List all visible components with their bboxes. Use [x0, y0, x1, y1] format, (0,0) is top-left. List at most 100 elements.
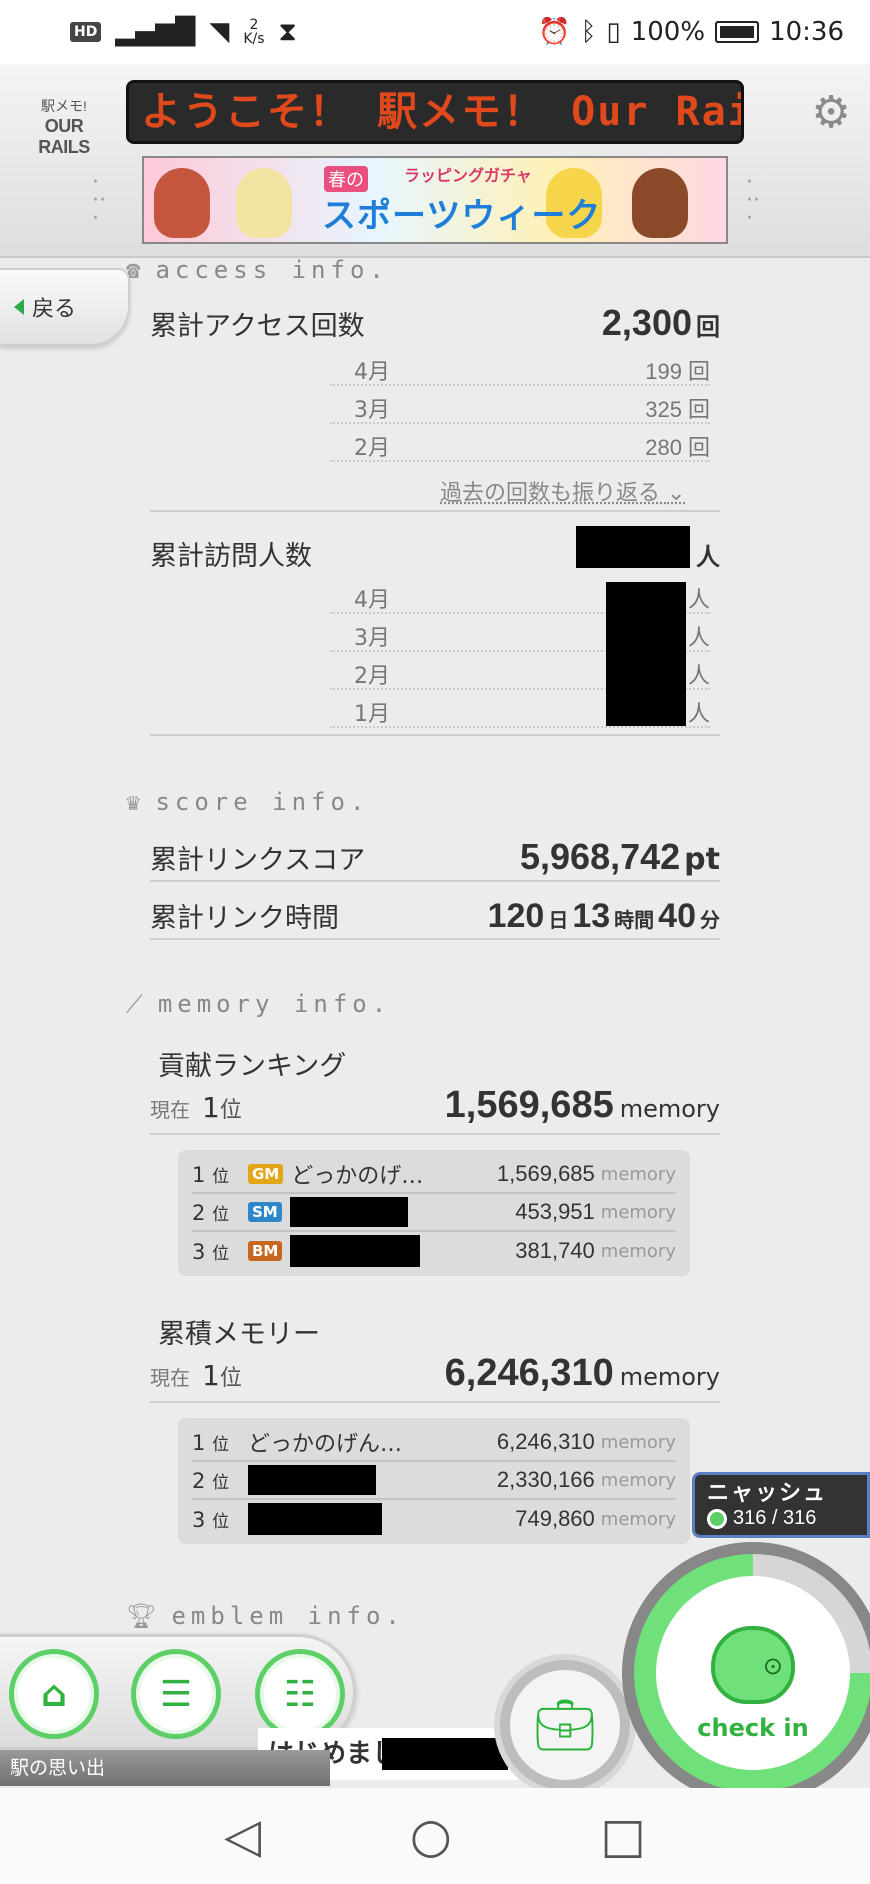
player-score: 6,246,310	[496, 1429, 595, 1454]
rank-number: 1	[192, 1430, 206, 1455]
leaderboard-row[interactable]: 1 位 GM どっかのげ… 1,569,685 memory	[192, 1156, 676, 1194]
total-visitors-label: 累計訪問人数	[150, 541, 312, 572]
vibrate-icon: ▯	[606, 17, 621, 47]
leaderboard-row[interactable]: 3 位 749,860 memory	[192, 1500, 676, 1538]
current-rank: 1	[202, 1359, 220, 1392]
link-time-row: 累計リンク時間 120 日 13 時間 40 分	[150, 896, 720, 936]
rank-badge: BM	[248, 1241, 283, 1261]
banner-title: スポーツウィーク	[322, 196, 602, 236]
leaderboard-row[interactable]: 3 位 BM 381,740 memory	[192, 1232, 676, 1270]
system-nav-bar: ◁ ○ □	[0, 1788, 870, 1884]
player-name: どっかのげん…	[248, 1432, 403, 1457]
recents-nav-icon[interactable]: □	[600, 1808, 645, 1864]
gear-icon[interactable]: ⚙	[808, 90, 854, 136]
score-unit: memory	[600, 1163, 676, 1185]
hd-icon: HD	[70, 22, 102, 42]
month-label: 2月	[354, 664, 390, 689]
score-info-heading: ♛ score info.	[126, 788, 369, 816]
accumulated-current-row: 現在 1 位 6,246,310 memory	[150, 1352, 720, 1403]
redacted-name	[290, 1235, 421, 1267]
divider	[150, 938, 720, 940]
app-logo[interactable]: 駅メモ! OUR RAILS	[18, 96, 110, 158]
total-access-value: 2,300	[601, 302, 692, 343]
month-label: 3月	[354, 626, 390, 651]
leaderboard-row[interactable]: 1 位 どっかのげん… 6,246,310 memory	[192, 1424, 676, 1462]
back-button[interactable]: 戻る	[0, 268, 130, 346]
current-prefix: 現在	[150, 1098, 190, 1122]
redacted-block	[606, 582, 686, 726]
train-list-icon: ☰	[159, 1673, 193, 1715]
emblem-info-title: emblem info.	[171, 1602, 405, 1630]
score-unit: memory	[600, 1431, 676, 1453]
player-score: 381,740	[515, 1238, 595, 1263]
total-access-unit: 回	[696, 313, 720, 341]
station-memories-label: 駅の思い出	[10, 1757, 106, 1779]
current-prefix: 現在	[150, 1366, 190, 1390]
leaderboard-row[interactable]: 2 位 2,330,166 memory	[192, 1462, 676, 1500]
memory-info-title: memory info.	[157, 990, 392, 1018]
banner-character	[154, 168, 210, 238]
month-label: 3月	[354, 398, 390, 423]
rank-number: 2	[192, 1468, 206, 1493]
train-list-button[interactable]: ☰	[131, 1649, 221, 1739]
link-minutes-unit: 分	[700, 908, 720, 932]
month-label: 4月	[354, 360, 390, 385]
month-unit: 人	[687, 626, 710, 651]
signal-icon: ▂▄▆█	[115, 17, 196, 47]
memory-unit: memory	[619, 1095, 720, 1123]
redacted-name	[248, 1465, 376, 1495]
score-info-title: score info.	[155, 788, 370, 816]
view-past-counts-link[interactable]: 過去の回数も振り返る ⌄	[440, 475, 685, 507]
link-days-unit: 日	[548, 908, 569, 932]
access-month-row: 3月 325 回	[330, 386, 710, 424]
gacha-banner[interactable]: 春の ラッピングガチャ スポーツウィーク	[142, 156, 728, 244]
month-unit: 回	[687, 436, 710, 461]
nyash-counter[interactable]: ニャッシュ 316 / 316	[692, 1472, 870, 1538]
hourglass-icon: ⧗	[278, 16, 297, 47]
network-speed: 2 K/s	[243, 17, 265, 47]
logo-line2: OUR RAILS	[38, 116, 90, 157]
rank-number: 3	[192, 1239, 206, 1264]
welcome-marquee: ようこそ！ 駅メモ！ Our Rails	[126, 80, 744, 144]
chevron-down-icon: ⌄	[667, 481, 686, 506]
accumulated-leaderboard: 1 位 どっかのげん… 6,246,310 memory 2 位 2,330,1…	[178, 1418, 690, 1544]
rank-badge: SM	[248, 1202, 282, 1222]
home-button[interactable]: ⌂	[9, 1649, 99, 1739]
check-in-button[interactable]: check in	[622, 1542, 870, 1804]
wifi-icon: ◥	[209, 17, 230, 47]
memory-info-heading: ⟋ memory info.	[126, 990, 391, 1018]
crown-icon: ♛	[126, 788, 146, 816]
mascot-icon	[711, 1626, 795, 1704]
back-arrow-icon	[14, 299, 24, 315]
rank-unit: 位	[212, 1243, 230, 1264]
briefcase-button[interactable]: 💼︎	[500, 1660, 630, 1790]
rank-number: 1	[192, 1162, 206, 1187]
redacted-block	[576, 526, 690, 568]
rank-unit: 位	[212, 1511, 230, 1532]
station-memories-bar[interactable]: 駅の思い出	[0, 1750, 330, 1786]
home-nav-icon[interactable]: ○	[410, 1808, 452, 1864]
total-access-label: 累計アクセス回数	[150, 311, 365, 342]
app-header: 駅メモ! OUR RAILS ようこそ！ 駅メモ！ Our Rails ⚙ · ·…	[0, 64, 870, 258]
link-days: 120	[487, 897, 545, 935]
current-rank: 1	[202, 1091, 220, 1124]
check-in-progress-ring: check in	[634, 1554, 870, 1792]
memory-unit: memory	[619, 1363, 720, 1391]
link-minutes: 40	[658, 897, 696, 935]
contribution-leaderboard: 1 位 GM どっかのげ… 1,569,685 memory 2 位 SM 45…	[178, 1150, 690, 1276]
current-rank-unit: 位	[219, 1366, 242, 1391]
nyash-title: ニャッシュ	[707, 1481, 828, 1506]
total-visitors-unit: 人	[696, 543, 720, 571]
redacted-name	[289, 1197, 408, 1227]
redacted-name	[248, 1503, 382, 1535]
carousel-next-dots[interactable]: · ·· ·	[746, 172, 760, 230]
leaderboard-row[interactable]: 2 位 SM 453,951 memory	[192, 1194, 676, 1232]
back-nav-icon[interactable]: ◁	[224, 1808, 261, 1864]
access-info-title: access info.	[155, 256, 389, 284]
link-score-unit: pt	[684, 842, 720, 877]
carousel-prev-dots[interactable]: · ·· ·	[92, 172, 106, 230]
month-label: 2月	[354, 436, 390, 461]
player-score: 2,330,166	[496, 1467, 595, 1492]
battery-percent: 100%	[630, 17, 706, 47]
station-list-button[interactable]: ☷	[255, 1649, 345, 1739]
